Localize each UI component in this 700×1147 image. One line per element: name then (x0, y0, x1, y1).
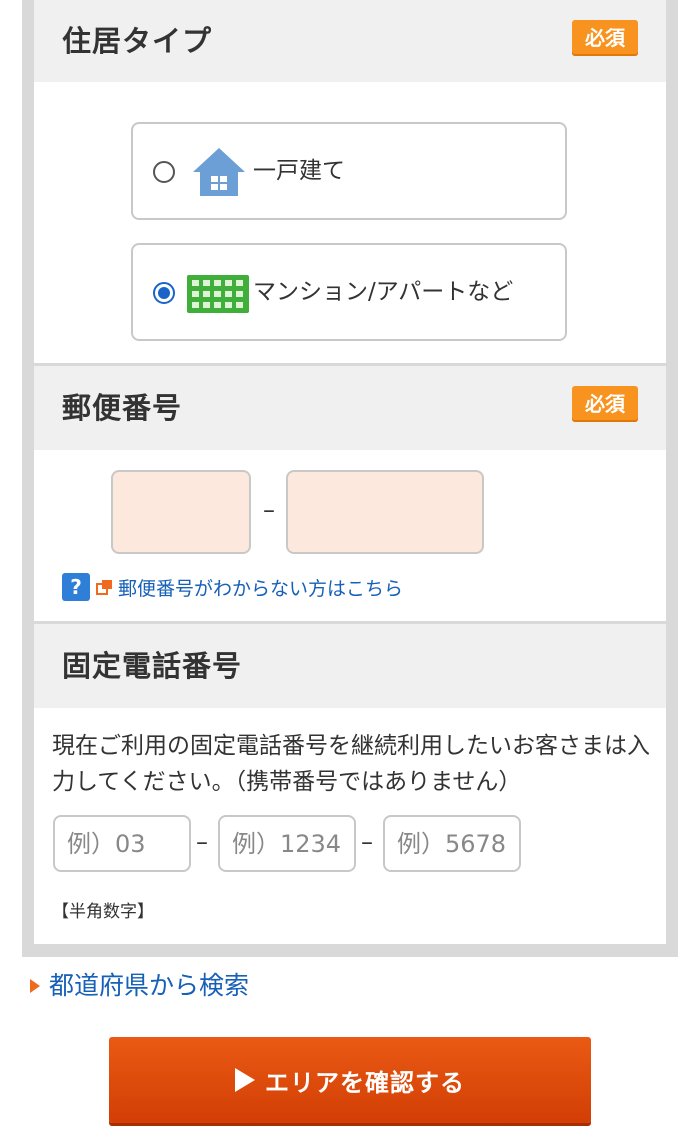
housing-section-title: 住居タイプ (62, 24, 213, 58)
phone-separator: – (196, 828, 208, 856)
house-icon (193, 148, 245, 196)
phone-middle-input[interactable] (218, 815, 356, 872)
option-label: マンション/アパートなど (253, 279, 514, 305)
zip-second-input[interactable] (286, 470, 484, 554)
phone-separator: – (361, 828, 373, 856)
confirm-area-label: エリアを確認する (265, 1068, 465, 1097)
radio-detached-house[interactable] (153, 161, 175, 183)
zip-help-link[interactable]: ? 郵便番号がわからない方はこちら (62, 572, 403, 602)
option-detached-house[interactable]: 一戸建て (131, 122, 567, 220)
arrow-right-icon (30, 979, 40, 993)
zip-separator: – (263, 496, 275, 524)
postal-section-header: 郵便番号 必須 (34, 366, 666, 450)
half-width-note: 【半角数字】 (52, 902, 154, 922)
phone-section-title: 固定電話番号 (62, 649, 243, 683)
radio-apartment[interactable] (153, 282, 175, 304)
housing-section-header: 住居タイプ 必須 (34, 0, 666, 82)
prefecture-search-link[interactable]: 都道府県から検索 (30, 966, 249, 1006)
zip-first-input[interactable] (111, 470, 251, 554)
phone-section-header: 固定電話番号 (34, 624, 666, 708)
help-question-icon: ? (62, 573, 90, 601)
required-badge: 必須 (572, 20, 638, 56)
zip-help-text[interactable]: 郵便番号がわからない方はこちら (118, 574, 403, 601)
postal-section-title: 郵便番号 (62, 391, 183, 425)
play-arrow-icon (235, 1068, 255, 1092)
option-apartment[interactable]: マンション/アパートなど (131, 243, 567, 341)
phone-last-input[interactable] (383, 815, 521, 872)
required-badge: 必須 (572, 386, 638, 422)
option-label: 一戸建て (253, 158, 345, 184)
apartment-icon (187, 275, 249, 313)
phone-area-code-input[interactable] (53, 815, 191, 872)
phone-description: 現在ご利用の固定電話番号を継続利用したいお客さまは入力してください。（携帯番号で… (52, 733, 650, 795)
prefecture-search-text[interactable]: 都道府県から検索 (49, 966, 249, 1006)
external-window-icon (96, 580, 112, 595)
confirm-area-button[interactable]: エリアを確認する (109, 1037, 591, 1123)
